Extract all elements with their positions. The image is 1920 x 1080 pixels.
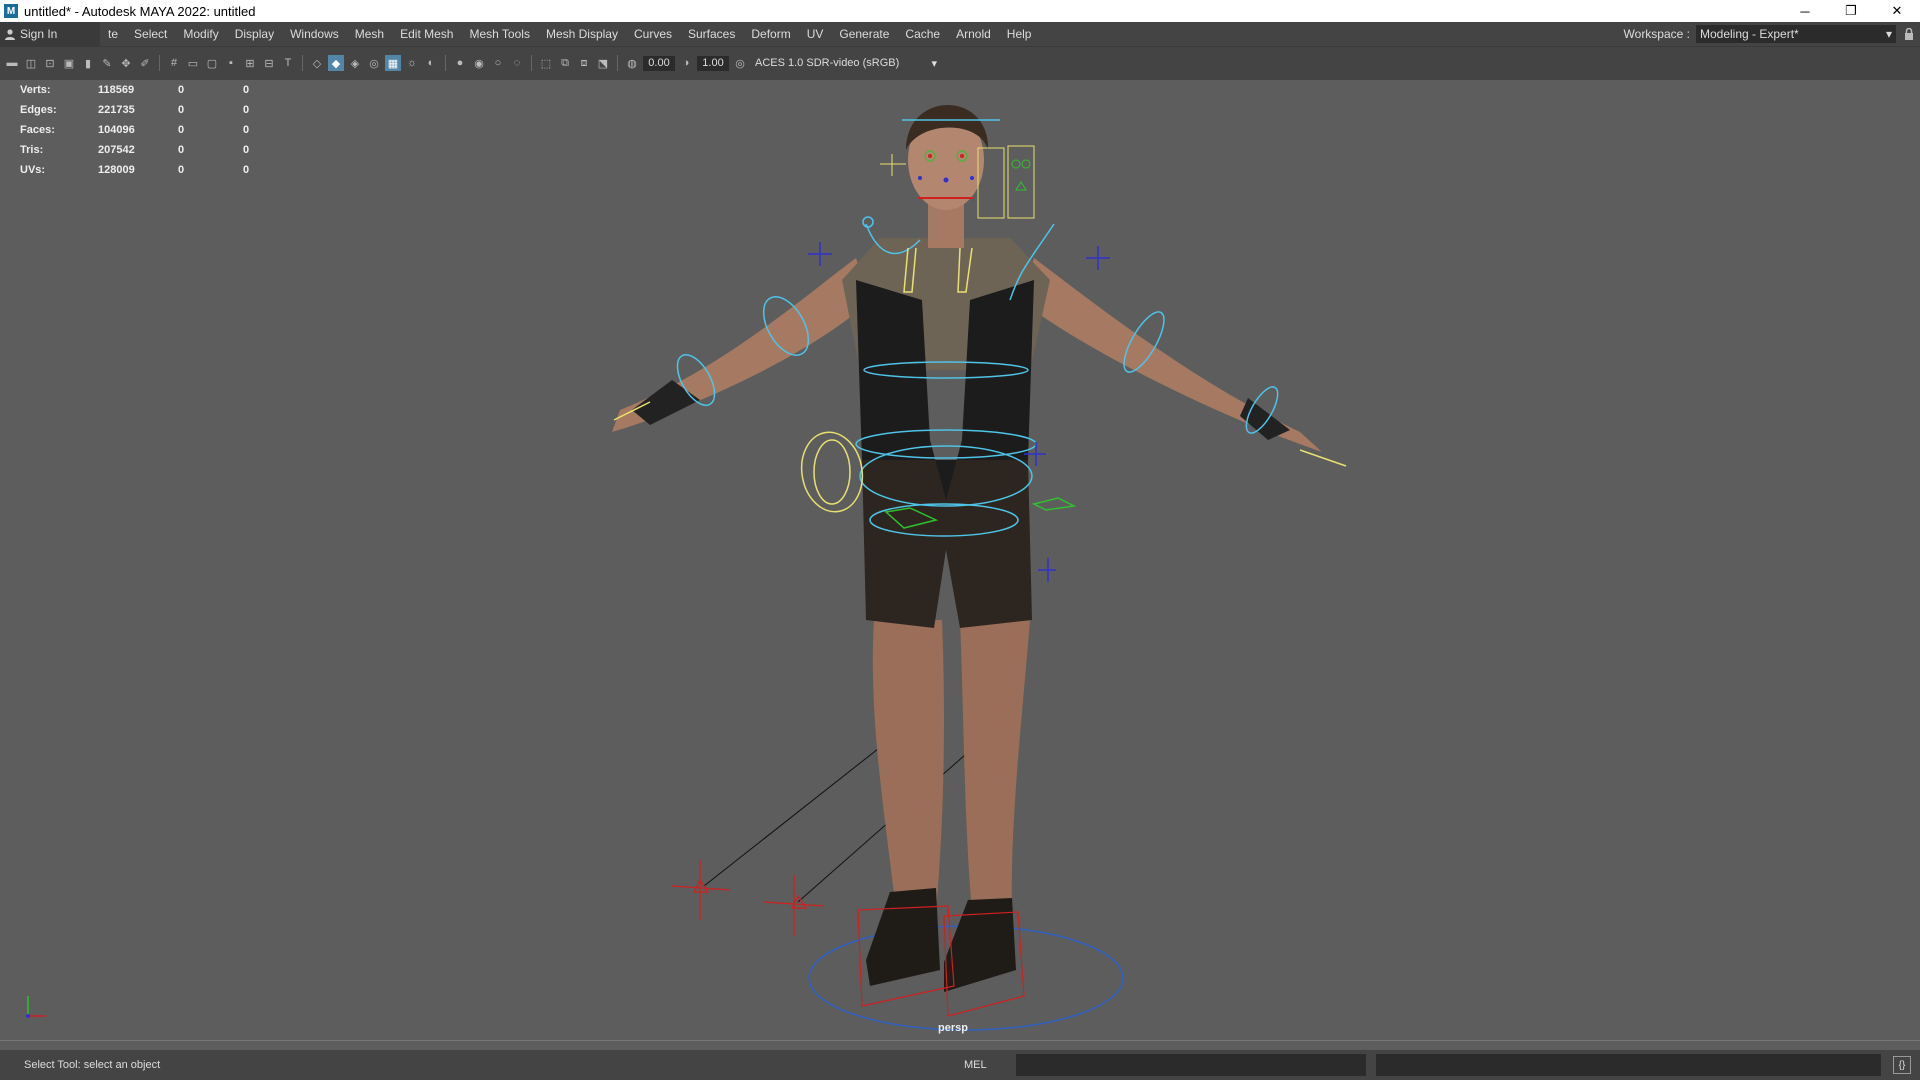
menu-help[interactable]: Help bbox=[999, 27, 1040, 41]
maya-app-icon: M bbox=[4, 4, 18, 18]
rigged-character[interactable] bbox=[0, 80, 1920, 1040]
field-chart-icon[interactable]: ⊞ bbox=[242, 55, 258, 71]
close-button[interactable]: ✕ bbox=[1874, 0, 1920, 22]
main-menubar: Sign In te Select Modify Display Windows… bbox=[0, 22, 1920, 46]
exposure-field[interactable]: 0.00 bbox=[643, 55, 675, 71]
depth-of-field-icon[interactable]: ◌ bbox=[509, 55, 525, 71]
color-management-icon[interactable]: ◎ bbox=[732, 55, 748, 71]
gamma-icon[interactable]: ◑ bbox=[678, 55, 694, 71]
wireframe-on-shaded-icon[interactable]: ◈ bbox=[347, 55, 363, 71]
camera-attributes-icon[interactable]: ◫ bbox=[23, 55, 39, 71]
workspace-selector: Workspace : Modeling - Expert* ▾ bbox=[1624, 22, 1916, 46]
safe-title-icon[interactable]: T bbox=[280, 55, 296, 71]
menu-display[interactable]: Display bbox=[227, 27, 282, 41]
isolate-select-icon[interactable]: ⬚ bbox=[538, 55, 554, 71]
menu-mesh-display[interactable]: Mesh Display bbox=[538, 27, 626, 41]
workspace-value: Modeling - Expert* bbox=[1700, 27, 1799, 41]
toolbar-separator bbox=[617, 55, 618, 71]
menu-generate[interactable]: Generate bbox=[831, 27, 897, 41]
help-line: Select Tool: select an object MEL {} bbox=[0, 1050, 1920, 1080]
brush-icon[interactable]: ✐ bbox=[137, 55, 153, 71]
menu-curves[interactable]: Curves bbox=[626, 27, 680, 41]
persp-viewport[interactable]: Verts: 118569 0 0 Edges: 221735 0 0 Face… bbox=[0, 80, 1920, 1041]
pole-line-left bbox=[703, 729, 903, 887]
grease-pencil-icon[interactable]: ✎ bbox=[99, 55, 115, 71]
menu-uv[interactable]: UV bbox=[799, 27, 832, 41]
menu-file-partial[interactable]: te bbox=[100, 27, 126, 41]
bookmark-icon[interactable]: ⊡ bbox=[42, 55, 58, 71]
camera-lock-icon[interactable]: ▮ bbox=[80, 55, 96, 71]
user-icon bbox=[5, 29, 15, 40]
pole-target-left[interactable] bbox=[671, 860, 731, 920]
lighting-icon[interactable]: ☼ bbox=[404, 55, 420, 71]
menu-cache[interactable]: Cache bbox=[897, 27, 948, 41]
panel-toolbar: ▬ ◫ ⊡ ▣ ▮ ✎ ✥ ✐ # ▭ ▢ ▪ ⊞ ⊟ T ◇ ◆ ◈ ◎ ▦ … bbox=[0, 46, 1920, 81]
resolution-gate-icon[interactable]: ▢ bbox=[204, 55, 220, 71]
workspace-dropdown[interactable]: Modeling - Expert* ▾ bbox=[1696, 25, 1896, 43]
wireframe-icon[interactable]: ◇ bbox=[309, 55, 325, 71]
lock-icon[interactable] bbox=[1902, 27, 1916, 41]
view-transform-value: ACES 1.0 SDR-video (sRGB) bbox=[755, 57, 900, 69]
left-leg bbox=[872, 620, 944, 912]
ambient-occlusion-icon[interactable]: ● bbox=[452, 55, 468, 71]
anti-aliasing-icon[interactable]: ○ bbox=[490, 55, 506, 71]
2d-pan-zoom-icon[interactable]: ✥ bbox=[118, 55, 134, 71]
menu-mesh-tools[interactable]: Mesh Tools bbox=[461, 27, 537, 41]
grid-icon[interactable]: # bbox=[166, 55, 182, 71]
toolbar-separator bbox=[445, 55, 446, 71]
motion-blur-icon[interactable]: ◉ bbox=[471, 55, 487, 71]
chevron-down-icon: ▾ bbox=[1885, 27, 1892, 41]
pole-target-right[interactable] bbox=[763, 875, 825, 936]
chevron-down-icon: ▾ bbox=[931, 57, 937, 70]
exposure-icon[interactable]: ◍ bbox=[624, 55, 640, 71]
textured-icon[interactable]: ▦ bbox=[385, 55, 401, 71]
sign-in-label: Sign In bbox=[20, 27, 58, 41]
gate-mask-icon[interactable]: ▪ bbox=[223, 55, 239, 71]
xray-icon[interactable]: ◎ bbox=[366, 55, 382, 71]
window-controls: ─ ❐ ✕ bbox=[1782, 0, 1920, 22]
workspace-label: Workspace : bbox=[1623, 27, 1690, 41]
camera-select-icon[interactable]: ▬ bbox=[4, 55, 20, 71]
sign-in-button[interactable]: Sign In bbox=[0, 22, 100, 46]
menu-edit-mesh[interactable]: Edit Mesh bbox=[392, 27, 461, 41]
menu-deform[interactable]: Deform bbox=[743, 27, 798, 41]
menu-windows[interactable]: Windows bbox=[282, 27, 347, 41]
menu-mesh[interactable]: Mesh bbox=[347, 27, 392, 41]
command-result-field bbox=[1376, 1054, 1881, 1076]
toolbar-separator bbox=[159, 55, 160, 71]
menu-select[interactable]: Select bbox=[126, 27, 175, 41]
axis-gizmo bbox=[26, 996, 46, 1018]
help-text: Select Tool: select an object bbox=[24, 1059, 161, 1071]
xray-active-icon[interactable]: ⧈ bbox=[576, 55, 592, 71]
window-titlebar: M untitled* - Autodesk MAYA 2022: untitl… bbox=[0, 0, 1920, 22]
left-boot bbox=[866, 888, 940, 986]
menu-modify[interactable]: Modify bbox=[175, 27, 226, 41]
toolbar-separator bbox=[531, 55, 532, 71]
command-line-input[interactable] bbox=[1016, 1054, 1366, 1076]
menu-items: te Select Modify Display Windows Mesh Ed… bbox=[100, 27, 1039, 41]
toolbar-separator bbox=[302, 55, 303, 71]
window-title: untitled* - Autodesk MAYA 2022: untitled bbox=[24, 3, 256, 19]
smooth-shade-icon[interactable]: ◆ bbox=[328, 55, 344, 71]
film-gate-icon[interactable]: ▭ bbox=[185, 55, 201, 71]
view-transform-dropdown[interactable]: ACES 1.0 SDR-video (sRGB) ▾ bbox=[751, 55, 941, 71]
face-ui-panel[interactable] bbox=[977, 145, 1035, 219]
mel-label[interactable]: MEL bbox=[964, 1059, 1012, 1071]
shadows-icon[interactable]: ◐ bbox=[423, 55, 439, 71]
xray-joints-icon[interactable]: ⧉ bbox=[557, 55, 573, 71]
restore-button[interactable]: ❐ bbox=[1828, 0, 1874, 22]
minimize-button[interactable]: ─ bbox=[1782, 0, 1828, 22]
gamma-field[interactable]: 1.00 bbox=[697, 55, 729, 71]
safe-action-icon[interactable]: ⊟ bbox=[261, 55, 277, 71]
menu-arnold[interactable]: Arnold bbox=[948, 27, 999, 41]
menu-surfaces[interactable]: Surfaces bbox=[680, 27, 743, 41]
script-editor-icon[interactable]: {} bbox=[1893, 1056, 1911, 1074]
right-leg bbox=[960, 620, 1030, 912]
backface-culling-icon[interactable]: ⬔ bbox=[595, 55, 611, 71]
image-plane-icon[interactable]: ▣ bbox=[61, 55, 77, 71]
camera-label: persp bbox=[938, 1022, 968, 1034]
